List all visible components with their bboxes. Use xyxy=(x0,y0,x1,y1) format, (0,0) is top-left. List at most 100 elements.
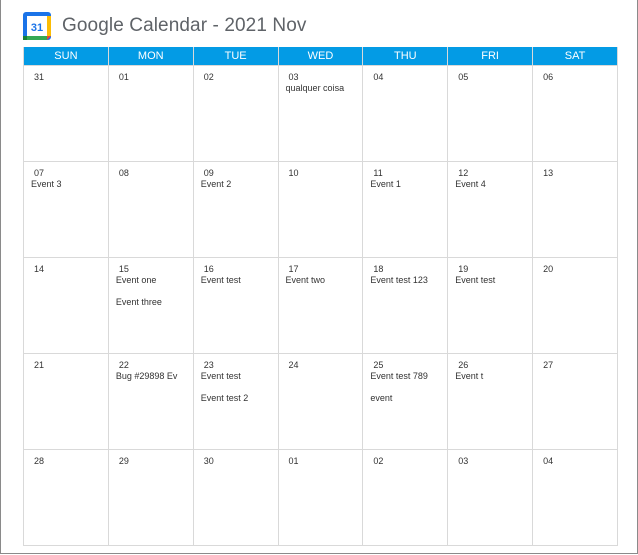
day-cell[interactable]: 23 Event test Event test 2 xyxy=(192,353,279,450)
day-number: 04 xyxy=(543,456,554,466)
day-cell[interactable]: 07 Event 3 xyxy=(23,161,109,258)
day-number: 22 xyxy=(118,360,129,370)
day-cell[interactable]: 17 Event two xyxy=(277,257,364,354)
day-number: 31 xyxy=(34,72,45,82)
day-number: 03 xyxy=(288,72,299,82)
day-cell[interactable]: 27 xyxy=(532,353,618,450)
event-list: Event two xyxy=(286,275,362,297)
event-item[interactable]: Event one xyxy=(116,275,192,286)
day-cell[interactable]: 02 xyxy=(192,65,279,162)
day-cell[interactable]: 20 xyxy=(532,257,618,354)
event-item[interactable]: event xyxy=(370,393,446,404)
day-number: 03 xyxy=(458,456,469,466)
event-item[interactable]: Event test 789 xyxy=(370,371,446,382)
day-number: 23 xyxy=(203,360,214,370)
event-item[interactable]: Event test xyxy=(201,371,277,382)
day-cell[interactable]: 22 Bug #29898 Ev xyxy=(107,353,194,450)
day-number: 01 xyxy=(288,456,299,466)
day-number: 25 xyxy=(373,360,384,370)
weekday-header-tue: TUE xyxy=(192,47,279,66)
week-row: 21 22 Bug #29898 Ev 23 Event test Event test … xyxy=(23,353,618,450)
day-cell[interactable]: 31 xyxy=(23,65,109,162)
day-number: 09 xyxy=(203,168,214,178)
day-cell[interactable]: 28 xyxy=(23,449,109,546)
day-cell[interactable]: 01 xyxy=(107,65,194,162)
week-row: 28 29 30 01 02 03 04 xyxy=(23,449,618,546)
day-cell[interactable]: 25 Event test 789 event xyxy=(362,353,449,450)
day-number: 17 xyxy=(288,264,299,274)
day-cell[interactable]: 13 xyxy=(532,161,618,258)
day-cell[interactable]: 12 Event 4 xyxy=(447,161,534,258)
day-cell[interactable]: 26 Event t xyxy=(447,353,534,450)
day-cell[interactable]: 05 xyxy=(447,65,534,162)
day-cell[interactable]: 24 xyxy=(277,353,364,450)
day-number: 26 xyxy=(458,360,469,370)
day-number: 01 xyxy=(118,72,129,82)
event-item[interactable]: Event t xyxy=(455,371,531,382)
day-cell[interactable]: 10 xyxy=(277,161,364,258)
event-list: Event test 123 xyxy=(370,275,446,297)
day-number: 14 xyxy=(34,264,45,274)
event-item[interactable]: Event three xyxy=(116,297,192,308)
event-list: Event test 789 event xyxy=(370,371,446,415)
day-number: 18 xyxy=(373,264,384,274)
day-number: 08 xyxy=(118,168,129,178)
day-number: 29 xyxy=(118,456,129,466)
page-title: Google Calendar - 2021 Nov xyxy=(62,15,307,36)
day-cell[interactable]: 19 Event test xyxy=(447,257,534,354)
day-number: 11 xyxy=(373,168,383,178)
weekday-header-wed: WED xyxy=(277,47,364,66)
day-cell[interactable]: 30 xyxy=(192,449,279,546)
week-row: 07 Event 3 08 09 Event 2 10 11 Event 1 12 Event 4… xyxy=(23,161,618,258)
day-number: 13 xyxy=(543,168,554,178)
day-cell[interactable]: 18 Event test 123 xyxy=(362,257,449,354)
day-cell[interactable]: 11 Event 1 xyxy=(362,161,449,258)
weekday-header-sat: SAT xyxy=(532,47,618,66)
day-cell[interactable]: 04 xyxy=(532,449,618,546)
day-number: 16 xyxy=(203,264,214,274)
event-item[interactable]: Event test xyxy=(455,275,531,286)
event-item[interactable]: Event test 2 xyxy=(201,393,277,404)
event-list: Event 2 xyxy=(201,179,277,201)
day-cell[interactable]: 09 Event 2 xyxy=(192,161,279,258)
weekday-header-fri: FRI xyxy=(447,47,534,66)
day-cell[interactable]: 08 xyxy=(107,161,194,258)
event-item[interactable]: Event 1 xyxy=(370,179,446,190)
day-cell[interactable]: 03 xyxy=(447,449,534,546)
day-cell[interactable]: 01 xyxy=(277,449,364,546)
weekday-header-row: SUN MON TUE WED THU FRI SAT xyxy=(23,47,618,66)
event-item[interactable]: Event 2 xyxy=(201,179,277,190)
month-grid: SUN MON TUE WED THU FRI SAT 31 01 02 03 qual… xyxy=(23,47,618,546)
event-item[interactable]: Event two xyxy=(286,275,362,286)
day-number: 27 xyxy=(543,360,554,370)
day-number: 02 xyxy=(373,456,384,466)
event-item[interactable]: Event 3 xyxy=(31,179,107,190)
logo-day-number: 31 xyxy=(31,22,43,34)
day-number: 05 xyxy=(458,72,469,82)
day-cell[interactable]: 03 qualquer coisa xyxy=(277,65,364,162)
day-cell[interactable]: 21 xyxy=(23,353,109,450)
day-number: 02 xyxy=(203,72,214,82)
weekday-header-sun: SUN xyxy=(23,47,109,66)
event-item[interactable]: Event 4 xyxy=(455,179,531,190)
day-cell[interactable]: 15 Event one Event three xyxy=(107,257,194,354)
day-number: 15 xyxy=(118,264,129,274)
google-calendar-logo-icon: 31 xyxy=(23,12,51,40)
weekday-header-mon: MON xyxy=(107,47,194,66)
calendar-page: 31 Google Calendar - 2021 Nov SUN MON TU… xyxy=(0,0,638,554)
day-cell[interactable]: 14 xyxy=(23,257,109,354)
event-item[interactable]: qualquer coisa xyxy=(286,83,362,94)
day-cell[interactable]: 29 xyxy=(107,449,194,546)
day-cell[interactable]: 02 xyxy=(362,449,449,546)
week-row: 14 15 Event one Event three 16 Event test 17 Ev… xyxy=(23,257,618,354)
event-item[interactable]: Bug #29898 Ev xyxy=(116,371,192,382)
calendar-header: 31 Google Calendar - 2021 Nov xyxy=(23,12,306,40)
day-cell[interactable]: 04 xyxy=(362,65,449,162)
event-list: Event test xyxy=(455,275,531,297)
event-list: Event 1 xyxy=(370,179,446,201)
day-cell[interactable]: 16 Event test xyxy=(192,257,279,354)
day-number: 07 xyxy=(34,168,45,178)
day-cell[interactable]: 06 xyxy=(532,65,618,162)
event-item[interactable]: Event test xyxy=(201,275,277,286)
event-item[interactable]: Event test 123 xyxy=(370,275,446,286)
